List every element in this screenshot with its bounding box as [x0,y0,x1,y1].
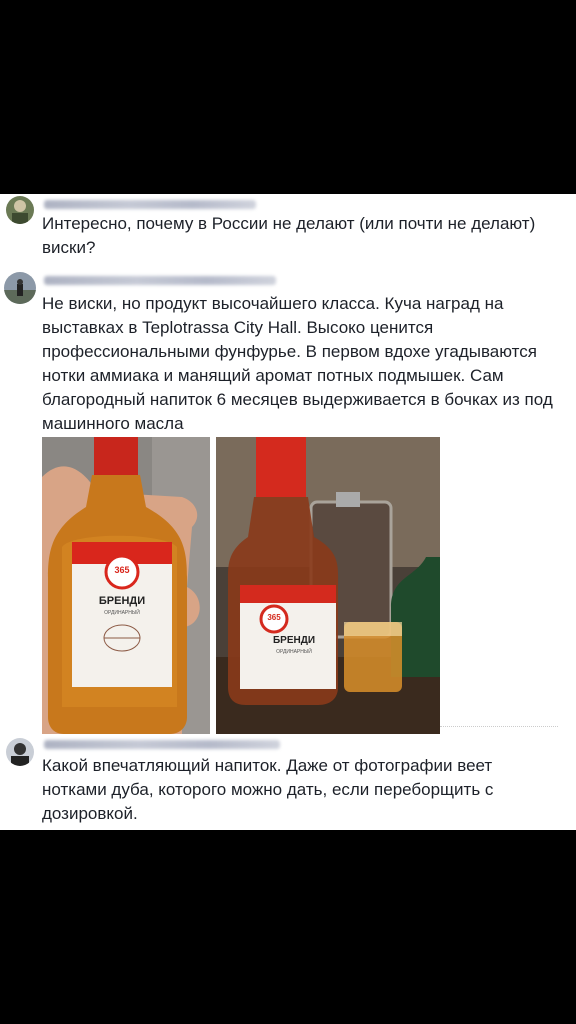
comment-text: Интересно, почему в России не делают (ил… [42,214,536,257]
avatar[interactable] [4,272,36,304]
comment-text: Какой впечатляющий напиток. Даже от фото… [42,756,494,823]
brandy-photo-hand[interactable]: 365 БРЕНДИ ОРДИНАРНЫЙ [42,437,210,734]
barrel-illustration [103,624,141,652]
author-name[interactable] [44,200,256,209]
brandy-photo-table[interactable]: 365 БРЕНДИ ОРДИНАРНЫЙ [216,437,440,734]
author-name[interactable] [44,276,276,285]
label-subtitle: ОРДИНАРНЫЙ [276,649,312,655]
label-subtitle: ОРДИНАРНЫЙ [104,610,140,616]
label-product-name: БРЕНДИ [98,595,146,607]
comment-text: Не виски, но продукт высочайшего класса.… [42,294,553,433]
label-brand-number: 365 [114,565,130,575]
label-product-name: БРЕНДИ [272,635,316,646]
divider [440,726,558,728]
author-name[interactable] [44,740,280,749]
avatar[interactable] [6,196,34,224]
label-brand-number: 365 [267,613,281,622]
avatar[interactable] [6,738,34,766]
